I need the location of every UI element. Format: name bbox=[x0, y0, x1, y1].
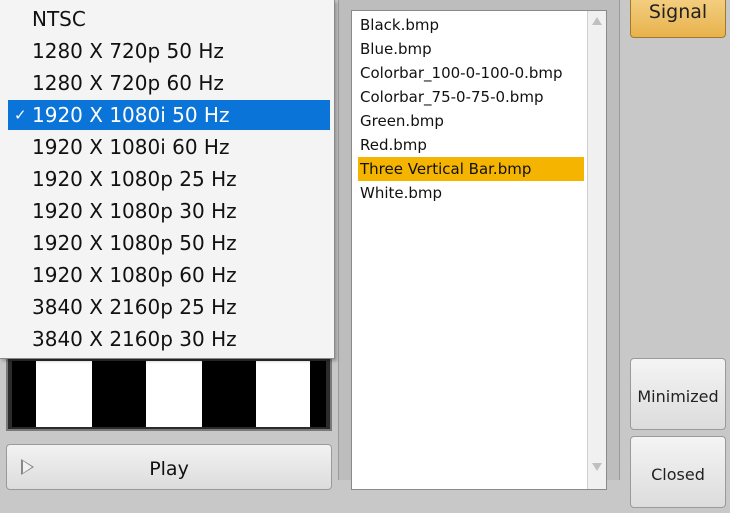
play-button-label: Play bbox=[149, 458, 189, 480]
resolution-option[interactable]: 1920 X 1080p 25 Hz bbox=[8, 164, 330, 194]
file-item[interactable]: Black.bmp bbox=[358, 13, 584, 37]
resolution-option[interactable]: 3840 X 2160p 25 Hz bbox=[8, 292, 330, 322]
file-item-selected[interactable]: Three Vertical Bar.bmp bbox=[358, 157, 584, 181]
scroll-up-arrow-icon[interactable] bbox=[592, 17, 602, 25]
closed-button[interactable]: Closed bbox=[630, 436, 726, 508]
pattern-preview bbox=[6, 357, 332, 431]
file-panel: Black.bmp Blue.bmp Colorbar_100-0-100-0.… bbox=[338, 0, 620, 490]
resolution-option[interactable]: 1920 X 1080p 60 Hz bbox=[8, 260, 330, 290]
resolution-option[interactable]: 1920 X 1080p 30 Hz bbox=[8, 196, 330, 226]
right-button-column: Signal Minimized Closed bbox=[620, 0, 730, 508]
file-item[interactable]: Colorbar_75-0-75-0.bmp bbox=[358, 85, 584, 109]
resolution-option[interactable]: 1280 X 720p 60 Hz bbox=[8, 68, 330, 98]
resolution-option[interactable]: 1920 X 1080p 50 Hz bbox=[8, 228, 330, 258]
vertical-bars-preview bbox=[12, 361, 326, 427]
scroll-down-arrow-icon[interactable] bbox=[592, 463, 602, 471]
resolution-option[interactable]: 1920 X 1080i 60 Hz bbox=[8, 132, 330, 162]
checkmark-icon: ✓ bbox=[14, 106, 27, 124]
resolution-option-selected[interactable]: ✓ 1920 X 1080i 50 Hz bbox=[8, 100, 330, 130]
file-item[interactable]: Colorbar_100-0-100-0.bmp bbox=[358, 61, 584, 85]
resolution-option[interactable]: NTSC bbox=[8, 4, 330, 34]
file-item[interactable]: Green.bmp bbox=[358, 109, 584, 133]
file-list-scrollbar[interactable] bbox=[587, 11, 606, 489]
play-button[interactable]: Play bbox=[6, 444, 332, 490]
preview-white-bar bbox=[146, 361, 202, 427]
file-item[interactable]: White.bmp bbox=[358, 181, 584, 205]
file-item[interactable]: Red.bmp bbox=[358, 133, 584, 157]
resolution-option[interactable]: 3840 X 2160p 30 Hz bbox=[8, 324, 330, 354]
resolution-dropdown[interactable]: NTSC 1280 X 720p 50 Hz 1280 X 720p 60 Hz… bbox=[0, 0, 335, 359]
minimized-button[interactable]: Minimized bbox=[630, 358, 726, 430]
preview-white-bar bbox=[256, 361, 310, 427]
pattern-file-list[interactable]: Black.bmp Blue.bmp Colorbar_100-0-100-0.… bbox=[351, 10, 607, 490]
preview-white-bar bbox=[36, 361, 92, 427]
resolution-option[interactable]: 1280 X 720p 50 Hz bbox=[8, 36, 330, 66]
file-item[interactable]: Blue.bmp bbox=[358, 37, 584, 61]
signal-button[interactable]: Signal bbox=[630, 0, 726, 38]
